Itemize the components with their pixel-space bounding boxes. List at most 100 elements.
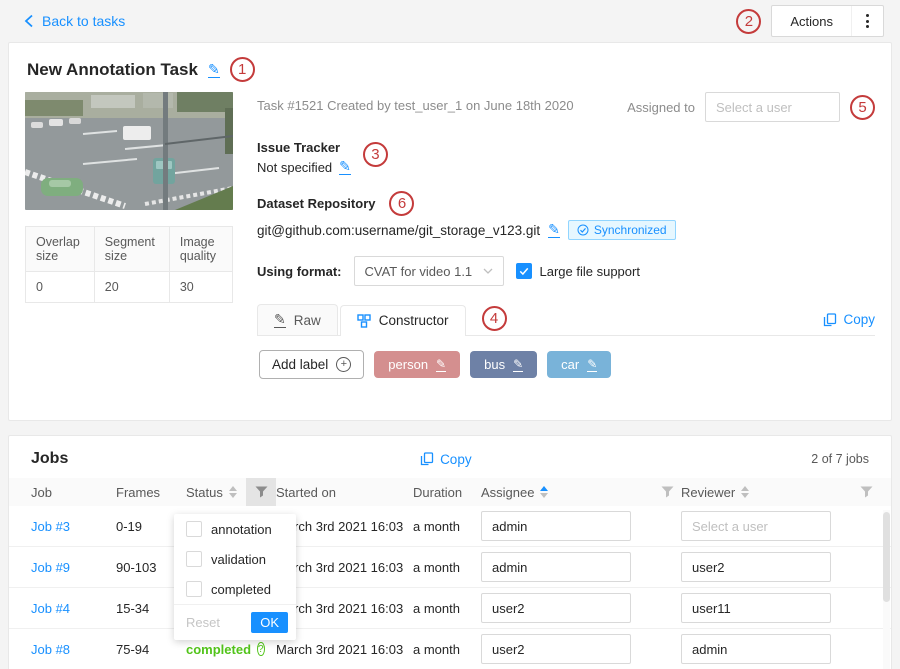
sort-icon[interactable]: [741, 486, 749, 498]
edit-issue-tracker-icon[interactable]: ✎: [339, 159, 351, 175]
scrollbar-track[interactable]: [883, 510, 890, 669]
job-link[interactable]: Job #3: [31, 519, 116, 534]
checkbox-unchecked-icon[interactable]: [186, 581, 202, 597]
job-link[interactable]: Job #8: [31, 642, 116, 657]
job-frames: 75-94: [116, 642, 186, 657]
assignee-input[interactable]: [481, 511, 631, 541]
column-header-frames: Frames: [116, 478, 186, 506]
copy-jobs-button[interactable]: Copy: [420, 452, 472, 467]
back-to-tasks-label: Back to tasks: [42, 13, 125, 29]
scrollbar-thumb[interactable]: [883, 512, 890, 602]
assignee-input[interactable]: [481, 593, 631, 623]
label-chip-bus[interactable]: bus ✎: [470, 351, 537, 378]
cvat-task-page: Back to tasks 2 Actions New Annotation T…: [0, 0, 900, 669]
tab-raw[interactable]: ✎ Raw: [257, 304, 338, 335]
top-bar: Back to tasks 2 Actions: [0, 0, 900, 42]
label-chip-person[interactable]: person ✎: [374, 351, 460, 378]
reviewer-input[interactable]: [681, 552, 831, 582]
actions-label: Actions: [772, 14, 851, 29]
check-circle-icon: [577, 224, 589, 236]
jobs-header: Jobs Copy 2 of 7 jobs: [9, 446, 891, 478]
repository-url: git@github.com:username/git_storage_v123…: [257, 223, 540, 238]
sort-icon-active[interactable]: [540, 486, 548, 498]
job-row: Job #8 75-94 completed ? March 3rd 2021 …: [9, 629, 891, 669]
assigned-to-label: Assigned to: [627, 100, 695, 115]
job-duration: a month: [413, 519, 481, 534]
filter-ok-button[interactable]: OK: [251, 612, 288, 633]
job-started: March 3rd 2021 16:03: [276, 560, 413, 575]
param-value-overlap: 0: [26, 272, 95, 303]
edit-repository-icon[interactable]: ✎: [548, 222, 560, 238]
column-header-duration: Duration: [413, 478, 481, 506]
edit-label-icon[interactable]: ✎: [587, 358, 597, 372]
edit-label-icon[interactable]: ✎: [513, 358, 523, 372]
edit-label-icon[interactable]: ✎: [436, 358, 446, 372]
format-row: Using format: CVAT for video 1.1 Large f…: [257, 256, 875, 286]
reviewer-input[interactable]: [681, 593, 831, 623]
reviewer-filter-button[interactable]: [851, 478, 881, 506]
column-header-reviewer[interactable]: Reviewer: [681, 478, 851, 506]
add-label-text: Add label: [272, 357, 328, 372]
pencil-icon: ✎: [274, 312, 286, 328]
blocks-icon: [357, 314, 371, 328]
checkbox-unchecked-icon[interactable]: [186, 551, 202, 567]
tab-constructor-label: Constructor: [379, 313, 449, 328]
job-started: March 3rd 2021 16:03: [276, 642, 413, 657]
column-header-status[interactable]: Status: [186, 478, 246, 506]
assignee-filter-button[interactable]: [653, 478, 681, 506]
question-circle-icon[interactable]: ?: [257, 642, 265, 656]
actions-button[interactable]: Actions: [771, 5, 884, 37]
topbar-right: 2 Actions: [736, 5, 884, 37]
annotation-circle-1: 1: [230, 57, 255, 82]
checkbox-unchecked-icon[interactable]: [186, 521, 202, 537]
sort-icon[interactable]: [229, 486, 237, 498]
filter-option-completed[interactable]: completed: [174, 574, 296, 604]
format-select-value: CVAT for video 1.1: [365, 264, 473, 279]
reviewer-input[interactable]: [681, 634, 831, 664]
job-link[interactable]: Job #4: [31, 601, 116, 616]
dataset-repository-label: Dataset Repository: [257, 196, 375, 211]
format-select[interactable]: CVAT for video 1.1: [354, 256, 504, 286]
job-status-completed: completed ?: [186, 642, 246, 657]
tab-constructor[interactable]: Constructor: [340, 305, 466, 335]
copy-labels-label: Copy: [843, 312, 875, 327]
using-format-label: Using format:: [257, 264, 342, 279]
more-options-icon[interactable]: [852, 14, 883, 28]
large-file-support-checkbox[interactable]: Large file support: [516, 263, 640, 279]
task-main-column: Task #1521 Created by test_user_1 on Jun…: [257, 92, 875, 379]
assigned-to-input[interactable]: [705, 92, 840, 122]
annotation-circle-3: 3: [363, 142, 388, 167]
filter-option-completed-label: completed: [211, 582, 271, 597]
status-filter-button[interactable]: [246, 478, 276, 506]
annotation-circle-6: 6: [389, 191, 414, 216]
job-link[interactable]: Job #9: [31, 560, 116, 575]
dataset-repository-block: Dataset Repository 6 git@github.com:user…: [257, 191, 875, 240]
column-header-assignee[interactable]: Assignee: [481, 478, 653, 506]
jobs-card: Jobs Copy 2 of 7 jobs Job Frames Status: [8, 435, 892, 669]
assignee-input[interactable]: [481, 552, 631, 582]
label-chip-car[interactable]: car ✎: [547, 351, 611, 378]
job-duration: a month: [413, 642, 481, 657]
task-preview-image: [25, 92, 233, 210]
task-meta-text: Task #1521 Created by test_user_1 on Jun…: [257, 92, 574, 113]
column-header-started: Started on: [276, 478, 413, 506]
reviewer-input[interactable]: [681, 511, 831, 541]
param-value-segment: 20: [94, 272, 169, 303]
labels-tabs-section: ✎ Raw Constructor 4: [257, 304, 875, 379]
back-to-tasks-link[interactable]: Back to tasks: [24, 13, 125, 29]
filter-funnel-icon: [661, 486, 674, 498]
checkbox-checked-icon[interactable]: [516, 263, 532, 279]
copy-labels-button[interactable]: Copy: [823, 312, 875, 335]
plus-circle-icon: +: [336, 357, 351, 372]
issue-tracker-block: Issue Tracker Not specified ✎ 3: [257, 140, 875, 175]
sync-status-badge[interactable]: Synchronized: [568, 220, 676, 240]
task-title: New Annotation Task: [27, 60, 198, 80]
assignee-input[interactable]: [481, 634, 631, 664]
filter-reset-button[interactable]: Reset: [182, 615, 224, 630]
add-label-button[interactable]: Add label +: [259, 350, 364, 379]
edit-title-icon[interactable]: ✎: [208, 62, 220, 78]
filter-option-annotation[interactable]: annotation: [174, 514, 296, 544]
param-header-quality: Image quality: [169, 227, 232, 272]
filter-option-validation[interactable]: validation: [174, 544, 296, 574]
job-row: Job #4 15-34 March 3rd 2021 16:03 a mont…: [9, 588, 891, 629]
